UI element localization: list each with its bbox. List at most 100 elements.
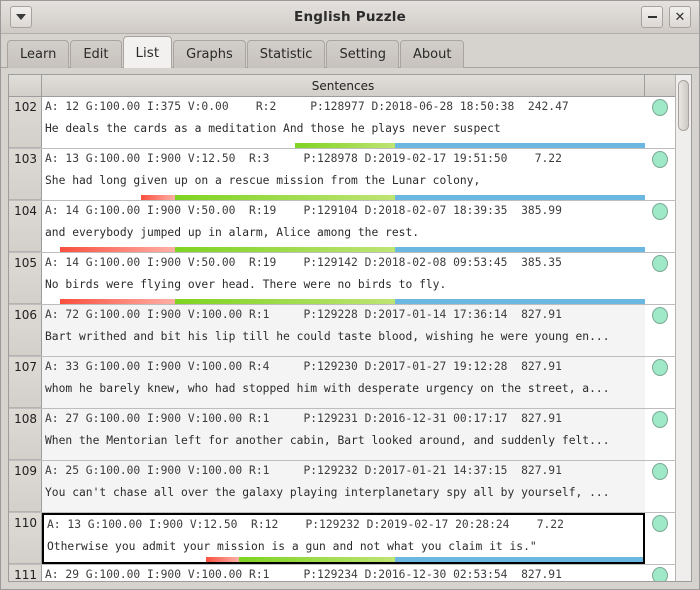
progress-segment-blue (394, 557, 643, 562)
tab-graphs[interactable]: Graphs (173, 40, 246, 68)
row-sentence: You can't chase all over the galaxy play… (45, 486, 610, 499)
progress-segment-blue (394, 247, 645, 252)
row-content[interactable]: A: 13 G:100.00 I:900 V:12.50 R:12 P:1292… (42, 513, 645, 564)
status-dot-icon (652, 359, 668, 376)
table-header: Sentences (9, 75, 675, 97)
table-row[interactable]: 109 A: 25 G:100.00 I:900 V:100.00 R:1 P:1… (9, 461, 675, 513)
status-dot-icon (652, 411, 668, 428)
table-row[interactable]: 105 A: 14 G:100.00 I:900 V:50.00 R:19 P:1… (9, 253, 675, 305)
row-content[interactable]: A: 13 G:100.00 I:900 V:12.50 R:3 P:12897… (42, 149, 645, 200)
minimize-icon (647, 16, 657, 18)
row-sentence: and everybody jumped up in alarm, Alice … (45, 226, 420, 239)
tab-list[interactable]: List (122, 36, 173, 68)
progress-segment-pad (42, 299, 60, 304)
progress-segment-pad (42, 247, 60, 252)
row-metadata: A: 33 G:100.00 I:900 V:100.00 R:4 P:1292… (45, 360, 562, 373)
row-number: 102 (9, 97, 42, 148)
column-header-status (645, 75, 675, 96)
row-content[interactable]: A: 27 G:100.00 I:900 V:100.00 R:1 P:1292… (42, 409, 645, 460)
row-content[interactable]: A: 12 G:100.00 I:375 V:0.00 R:2 P:128977… (42, 97, 645, 148)
table-row[interactable]: 102 A: 12 G:100.00 I:375 V:0.00 R:2 P:128… (9, 97, 675, 149)
page-title: English Puzzle (294, 9, 406, 25)
row-status-cell[interactable] (645, 565, 675, 581)
progress-segment-pad (44, 557, 206, 562)
vertical-scrollbar[interactable] (675, 75, 691, 581)
progress-segment-pad (42, 195, 141, 200)
row-metadata: A: 13 G:100.00 I:900 V:12.50 R:3 P:12897… (45, 152, 562, 165)
row-status-cell[interactable] (645, 253, 675, 304)
row-status-cell[interactable] (645, 305, 675, 356)
row-metadata: A: 13 G:100.00 I:900 V:12.50 R:12 P:1292… (47, 518, 564, 531)
table-row[interactable]: 111 A: 29 G:100.00 I:900 V:100.00 R:1 P:1… (9, 565, 675, 581)
tab-about[interactable]: About (400, 40, 465, 68)
row-sentence: She had long given up on a rescue missio… (45, 174, 481, 187)
progress-segment-blue (394, 195, 645, 200)
tab-label: Graphs (186, 47, 233, 62)
progress-segment-blue (394, 299, 645, 304)
row-content[interactable]: A: 29 G:100.00 I:900 V:100.00 R:1 P:1292… (42, 565, 645, 581)
table-row[interactable]: 103 A: 13 G:100.00 I:900 V:12.50 R:3 P:12… (9, 149, 675, 201)
row-sentence: whom he barely knew, who had stopped him… (45, 382, 610, 395)
row-number: 110 (9, 513, 42, 564)
sentences-table: Sentences 102 A: 12 G:100.00 I:375 V:0.00… (8, 74, 692, 582)
scrollbar-thumb[interactable] (678, 80, 689, 131)
tab-label: About (413, 47, 452, 62)
row-content[interactable]: A: 14 G:100.00 I:900 V:50.00 R:19 P:1291… (42, 201, 645, 252)
table-rows: 102 A: 12 G:100.00 I:375 V:0.00 R:2 P:128… (9, 97, 675, 581)
row-content[interactable]: A: 25 G:100.00 I:900 V:100.00 R:1 P:1292… (42, 461, 645, 512)
progress-segment-green (175, 195, 395, 200)
row-number: 105 (9, 253, 42, 304)
row-metadata: A: 14 G:100.00 I:900 V:50.00 R:19 P:1291… (45, 256, 562, 269)
window-menu-button[interactable] (10, 6, 32, 28)
progress-segment-green (295, 143, 395, 148)
status-dot-icon (652, 463, 668, 480)
row-metadata: A: 27 G:100.00 I:900 V:100.00 R:1 P:1292… (45, 412, 562, 425)
row-sentence: He deals the cards as a meditation And t… (45, 122, 501, 135)
progress-segment-red (205, 557, 240, 562)
row-metadata: A: 29 G:100.00 I:900 V:100.00 R:1 P:1292… (45, 568, 562, 581)
row-status-cell[interactable] (645, 461, 675, 512)
row-metadata: A: 72 G:100.00 I:900 V:100.00 R:1 P:1292… (45, 308, 562, 321)
row-status-cell[interactable] (645, 409, 675, 460)
title-bar: English Puzzle ✕ (1, 1, 699, 34)
row-number: 103 (9, 149, 42, 200)
app-window: English Puzzle ✕ Learn Edit List Graphs Stat… (0, 0, 700, 590)
progress-segment-red (60, 299, 176, 304)
status-dot-icon (652, 307, 668, 324)
row-sentence: No birds were flying over head. There we… (45, 278, 447, 291)
row-number: 107 (9, 357, 42, 408)
tab-setting[interactable]: Setting (326, 40, 400, 68)
row-status-cell[interactable] (645, 97, 675, 148)
status-dot-icon (652, 99, 668, 116)
window-controls: ✕ (641, 6, 691, 28)
row-content[interactable]: A: 33 G:100.00 I:900 V:100.00 R:4 P:1292… (42, 357, 645, 408)
close-button[interactable]: ✕ (669, 6, 691, 28)
row-number: 111 (9, 565, 42, 581)
row-status-cell[interactable] (645, 201, 675, 252)
row-status-cell[interactable] (645, 357, 675, 408)
close-icon: ✕ (674, 9, 686, 25)
row-metadata: A: 25 G:100.00 I:900 V:100.00 R:1 P:1292… (45, 464, 562, 477)
row-metadata: A: 12 G:100.00 I:375 V:0.00 R:2 P:128977… (45, 100, 569, 113)
table-row[interactable]: 104 A: 14 G:100.00 I:900 V:50.00 R:19 P:1… (9, 201, 675, 253)
tab-learn[interactable]: Learn (7, 40, 70, 68)
row-status-cell[interactable] (645, 513, 675, 564)
progress-bar (42, 299, 645, 304)
table-row[interactable]: 108 A: 27 G:100.00 I:900 V:100.00 R:1 P:1… (9, 409, 675, 461)
row-content[interactable]: A: 72 G:100.00 I:900 V:100.00 R:1 P:1292… (42, 305, 645, 356)
status-dot-icon (652, 567, 668, 581)
column-header-sentences[interactable]: Sentences (42, 75, 645, 96)
tab-edit[interactable]: Edit (70, 40, 122, 68)
row-sentence: Bart writhed and bit his lip till he cou… (45, 330, 610, 343)
minimize-button[interactable] (641, 6, 663, 28)
caret-down-icon (16, 14, 26, 20)
row-status-cell[interactable] (645, 149, 675, 200)
tab-label: Edit (83, 47, 109, 62)
progress-segment-red (60, 247, 176, 252)
tab-statistic[interactable]: Statistic (246, 40, 326, 68)
table-row[interactable]: 107 A: 33 G:100.00 I:900 V:100.00 R:4 P:1… (9, 357, 675, 409)
row-content[interactable]: A: 14 G:100.00 I:900 V:50.00 R:19 P:1291… (42, 253, 645, 304)
table-row[interactable]: 106 A: 72 G:100.00 I:900 V:100.00 R:1 P:1… (9, 305, 675, 357)
status-dot-icon (652, 255, 668, 272)
table-row[interactable]: 110 A: 13 G:100.00 I:900 V:12.50 R:12 P:1… (9, 513, 675, 565)
